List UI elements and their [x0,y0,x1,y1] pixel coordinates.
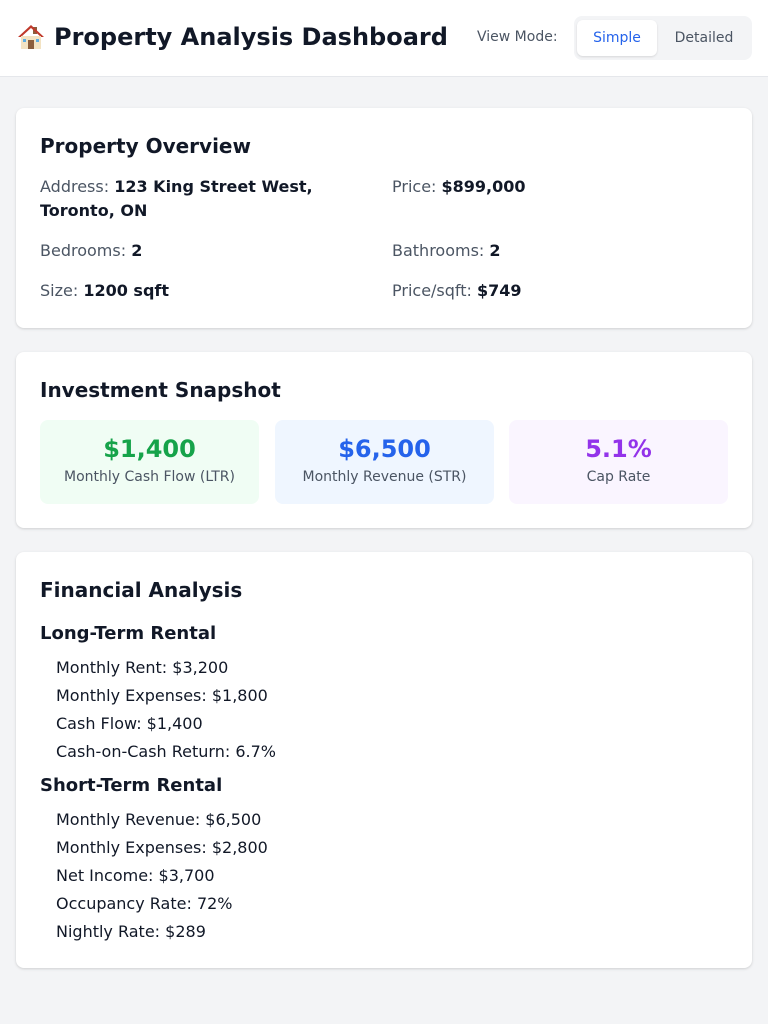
stat-value: $1,400 [103,435,196,463]
stat-value: 5.1% [585,435,652,463]
page-title: Property Analysis Dashboard [16,22,448,52]
ltr-monthly-rent: Monthly Rent: $3,200 [56,658,229,677]
bedrooms-field: Bedrooms: 2 [40,241,143,260]
stat-label: Monthly Cash Flow (LTR) [64,469,235,485]
view-mode-label: View Mode: [477,29,558,45]
financial-analysis-title: Financial Analysis [40,578,243,602]
price-per-sqft-value: $749 [477,281,522,300]
stat-label: Cap Rate [586,469,651,485]
property-overview-title: Property Overview [40,134,251,158]
investment-snapshot-title: Investment Snapshot [40,378,281,402]
address-field: Address: 123 King Street West, Toronto, … [40,177,313,220]
stat-card-cash-flow: $1,400 Monthly Cash Flow (LTR) [40,420,259,504]
page-title-text: Property Analysis Dashboard [54,23,448,51]
long-term-rental-title: Long-Term Rental [40,623,217,644]
stat-card-cap-rate: 5.1% Cap Rate [509,420,728,504]
str-nightly-rate: Nightly Rate: $289 [56,922,206,941]
str-monthly-expenses: Monthly Expenses: $2,800 [56,838,268,857]
str-monthly-revenue: Monthly Revenue: $6,500 [56,810,262,829]
ltr-monthly-expenses: Monthly Expenses: $1,800 [56,686,268,705]
stat-label: Monthly Revenue (STR) [302,469,467,485]
stat-card-revenue: $6,500 Monthly Revenue (STR) [275,420,494,504]
bathrooms-field: Bathrooms: 2 [392,241,501,260]
bathrooms-value: 2 [489,241,501,260]
property-overview-card: Property Overview Address: 123 King Stre… [16,108,752,328]
view-mode-simple-button[interactable]: Simple [577,20,657,56]
stat-value: $6,500 [338,435,431,463]
price-value: $899,000 [441,177,526,196]
financial-analysis-card: Financial Analysis Long-Term Rental Mont… [16,552,752,968]
bedrooms-value: 2 [131,241,143,260]
price-field: Price: $899,000 [392,177,526,196]
investment-snapshot-card: Investment Snapshot $1,400 Monthly Cash … [16,352,752,528]
house-icon [16,22,46,52]
str-occupancy-rate: Occupancy Rate: 72% [56,894,233,913]
view-mode-detailed-button[interactable]: Detailed [660,20,748,56]
ltr-cash-flow: Cash Flow: $1,400 [56,714,203,733]
str-net-income: Net Income: $3,700 [56,866,215,885]
app-header: Property Analysis Dashboard View Mode: S… [0,0,768,77]
short-term-rental-title: Short-Term Rental [40,775,223,796]
price-per-sqft-field: Price/sqft: $749 [392,281,522,300]
size-field: Size: 1200 sqft [40,281,170,300]
size-value: 1200 sqft [83,281,170,300]
view-mode-toggle: Simple Detailed [574,16,752,60]
ltr-cash-on-cash-return: Cash-on-Cash Return: 6.7% [56,742,276,761]
